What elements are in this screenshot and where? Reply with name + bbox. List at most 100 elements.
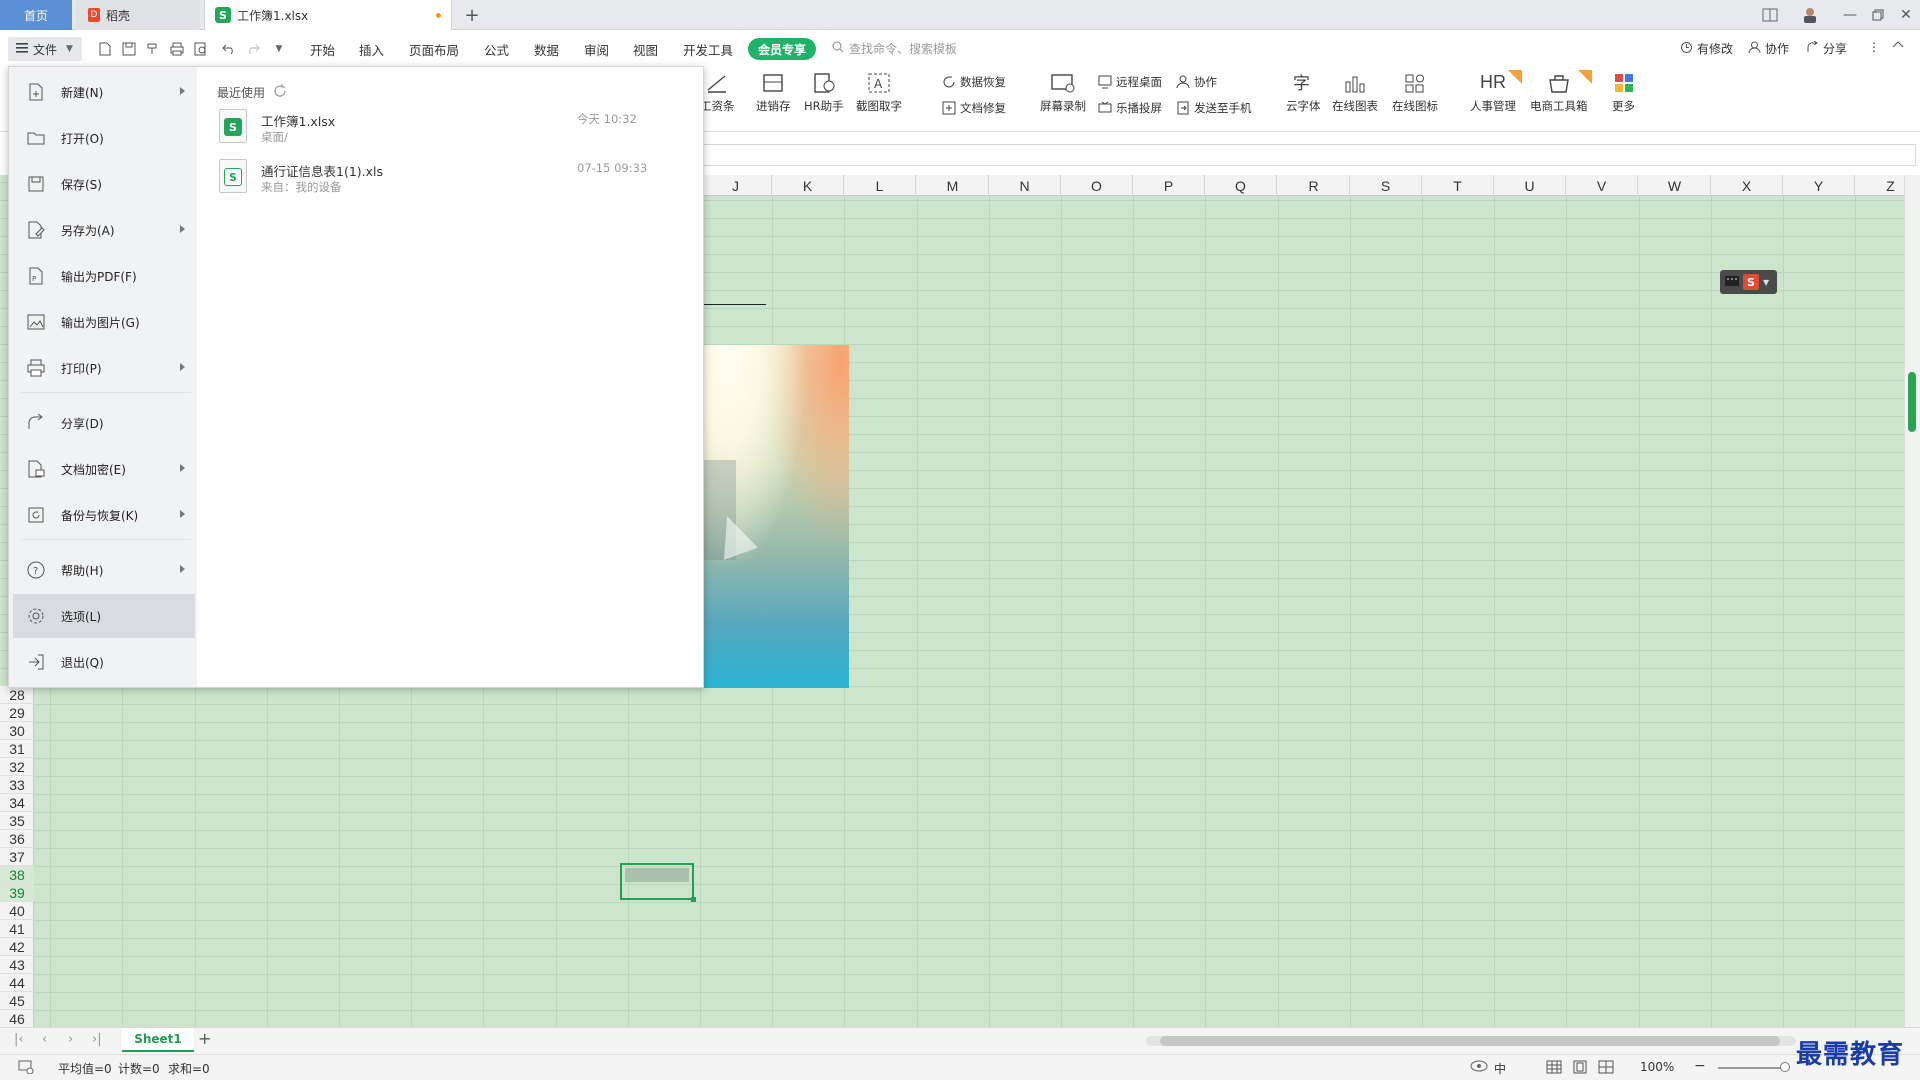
row-header-cell[interactable]: 32 [0,758,34,776]
fill-handle[interactable] [691,897,696,902]
row-header-cell[interactable]: 37 [0,848,34,866]
first-sheet-icon[interactable]: |‹ [14,1032,24,1047]
row-header-cell[interactable]: 31 [0,740,34,758]
row-header-cell[interactable]: 40 [0,902,34,920]
zoom-slider-knob[interactable] [1780,1062,1790,1072]
row-header-cell[interactable]: 34 [0,794,34,812]
column-header-cell[interactable]: P [1133,175,1205,196]
data-recovery-button[interactable]: 数据恢复 [942,74,1006,90]
tab-home[interactable]: 首页 [0,0,72,30]
cast-screen-button[interactable]: 乐播投屏 [1098,100,1162,116]
collaborate-button[interactable]: 协作 [1748,40,1789,57]
column-header-cell[interactable]: X [1711,175,1783,196]
collapse-ribbon-icon[interactable] [1892,40,1904,48]
column-header-cell[interactable]: T [1422,175,1494,196]
file-menu-item-export-image[interactable]: 输出为图片(G) [13,300,195,344]
file-menu-item-new[interactable]: 新建(N) [13,70,195,114]
eye-protection-icon[interactable] [1470,1060,1488,1075]
file-menu-item-save[interactable]: 保存(S) [13,162,195,206]
file-menu-item-encrypt[interactable]: 文档加密(E) [13,447,195,491]
last-sheet-icon[interactable]: ›| [92,1032,102,1047]
refresh-icon[interactable] [273,84,287,101]
file-menu-button[interactable]: 文件 ▼ [8,37,82,61]
column-header-cell[interactable]: O [1061,175,1133,196]
cloud-font-button[interactable]: 字 云字体 [1286,72,1321,114]
prev-sheet-icon[interactable]: ‹ [42,1032,47,1047]
layout-icon[interactable] [1756,4,1784,26]
column-header-cell[interactable]: M [917,175,989,196]
row-header-cell[interactable]: 30 [0,722,34,740]
sheet-status-icon[interactable] [18,1060,34,1077]
horizontal-scroll-thumb[interactable] [1160,1036,1780,1046]
tab-start[interactable]: 开始 [310,40,335,58]
tab-developer[interactable]: 开发工具 [683,40,733,58]
column-header-cell[interactable]: K [772,175,844,196]
collab-button[interactable]: 协作 [1176,74,1217,90]
has-changes-button[interactable]: 有修改 [1680,40,1733,57]
column-header-cell[interactable]: R [1278,175,1350,196]
more-apps-button[interactable]: 更多 [1612,72,1635,114]
selected-cell[interactable] [620,863,696,902]
floating-toolbar[interactable]: S ▼ [1720,270,1777,294]
zoom-slider[interactable] [1718,1067,1784,1069]
file-menu-item-help[interactable]: ? 帮助(H) [13,548,195,592]
zoom-out-button[interactable]: − [1694,1058,1706,1074]
command-search[interactable]: 查找命令、搜索模板 [832,40,957,57]
online-chart-button[interactable]: 在线图表 [1332,72,1378,114]
new-tab-button[interactable]: + [460,0,484,30]
vertical-scroll-thumb[interactable] [1908,372,1916,432]
remote-desktop-button[interactable]: 远程桌面 [1098,74,1162,90]
tab-formula[interactable]: 公式 [484,40,509,58]
doc-repair-button[interactable]: 文档修复 [942,100,1006,116]
tab-view[interactable]: 视图 [633,40,658,58]
print-icon[interactable] [168,40,186,58]
send-phone-button[interactable]: 发送至手机 [1176,100,1252,116]
row-header-cell[interactable]: 42 [0,938,34,956]
row-header-cell[interactable]: 35 [0,812,34,830]
file-menu-item-share[interactable]: 分享(D) [13,401,195,445]
minimize-button[interactable]: — [1836,4,1864,26]
format-painter-icon[interactable] [144,40,162,58]
sheet-tab[interactable]: Sheet1 [122,1028,194,1052]
online-icon-button[interactable]: 在线图标 [1392,72,1438,114]
file-menu-item-open[interactable]: 打开(O) [13,116,195,160]
redo-icon[interactable] [244,40,262,58]
column-header-cell[interactable]: S [1350,175,1422,196]
formula-input[interactable] [700,144,1916,166]
next-sheet-icon[interactable]: › [68,1032,73,1047]
tab-docer[interactable]: D 稻壳 [76,0,200,30]
column-header-cell[interactable]: J [700,175,772,196]
row-header-cell[interactable]: 29 [0,704,34,722]
zoom-level[interactable]: 100% [1640,1060,1674,1074]
tab-insert[interactable]: 插入 [359,40,384,58]
restore-button[interactable] [1864,4,1892,26]
vertical-scrollbar[interactable] [1904,175,1920,1027]
tab-review[interactable]: 审阅 [584,40,609,58]
row-header-cell[interactable]: 45 [0,992,34,1010]
row-header-cell[interactable]: 46 [0,1010,34,1028]
tab-data[interactable]: 数据 [534,40,559,58]
add-sheet-button[interactable]: + [198,1029,211,1048]
column-header-cell[interactable]: U [1494,175,1566,196]
file-menu-item-export-pdf[interactable]: P 输出为PDF(F) [13,254,195,298]
input-mode[interactable]: 中 [1494,1060,1506,1077]
salary-button[interactable]: 工资条 [700,72,735,114]
column-header-cell[interactable]: L [844,175,916,196]
column-header-cell[interactable]: W [1639,175,1711,196]
print-preview-icon[interactable] [192,40,210,58]
undo-icon[interactable] [220,40,238,58]
tab-workbook[interactable]: S 工作簿1.xlsx [204,0,452,30]
new-doc-icon[interactable] [96,40,114,58]
tab-vip[interactable]: 会员专享 [748,38,816,60]
screenshot-text-button[interactable]: A 截图取字 [856,72,902,114]
more-options-icon[interactable]: ⋮ [1868,40,1880,54]
file-menu-item-backup-restore[interactable]: 备份与恢复(K) [13,493,195,537]
row-header-cell[interactable]: 39 [0,884,34,902]
close-button[interactable]: ✕ [1892,4,1920,26]
row-header-cell[interactable]: 36 [0,830,34,848]
file-menu-item-save-as[interactable]: 另存为(A) [13,208,195,252]
row-header-cell[interactable]: 43 [0,956,34,974]
row-header-cell[interactable]: 28 [0,686,34,704]
row-header-cell[interactable]: 33 [0,776,34,794]
file-menu-item-print[interactable]: 打印(P) [13,346,195,390]
